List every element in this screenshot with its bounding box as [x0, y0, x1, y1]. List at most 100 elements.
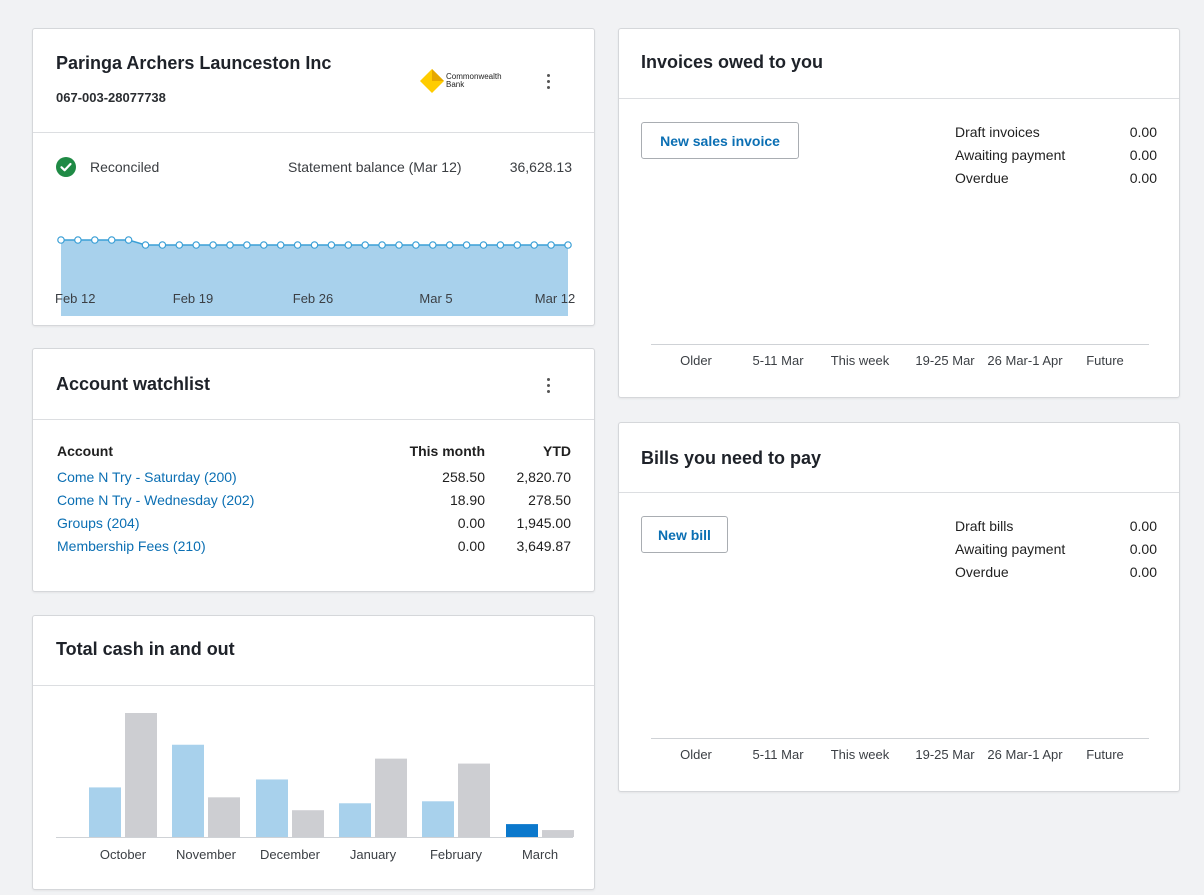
balance-point [243, 241, 251, 249]
cash-month-label: January [349, 847, 397, 862]
account-watchlist-card: Account watchlist Account This month YTD… [32, 348, 595, 592]
summary-label: Awaiting payment [955, 147, 1066, 163]
cash-out-bar [458, 763, 490, 837]
balance-point [462, 241, 471, 249]
balance-point [226, 241, 234, 249]
balance-point [260, 241, 268, 249]
balance-point [428, 241, 437, 249]
balance-point [344, 241, 353, 249]
balance-point [530, 241, 539, 249]
bank-logo-line2: Bank [446, 80, 465, 89]
watchlist-account-link[interactable]: Come N Try - Saturday (200) [57, 469, 237, 485]
watchlist-header: Account watchlist [33, 349, 594, 420]
summary-label: Awaiting payment [955, 541, 1066, 557]
balance-point [192, 241, 201, 249]
summary-value: 0.00 [1129, 541, 1157, 557]
cash-x-axis: October November December January February Ma… [33, 847, 596, 865]
cash-month-label: February [429, 847, 483, 862]
org-name[interactable]: Paringa Archers Launceston Inc [56, 53, 331, 74]
col-account-header: Account [57, 443, 113, 459]
bank-logo-diamond-icon [420, 69, 444, 93]
summary-row[interactable]: Overdue 0.00 [955, 564, 1157, 580]
cash-title: Total cash in and out [56, 639, 235, 659]
watchlist-header-row: Account This month YTD [57, 443, 571, 464]
watchlist-account-link[interactable]: Groups (204) [57, 515, 139, 531]
watchlist-title: Account watchlist [56, 374, 211, 394]
balance-point [445, 241, 454, 249]
balance-point [107, 236, 116, 244]
summary-row[interactable]: Overdue 0.00 [955, 170, 1157, 186]
cash-out-bar [208, 797, 240, 837]
balance-x-label: Feb 19 [172, 291, 214, 306]
cash-month-label: December [260, 847, 320, 862]
balance-point [276, 241, 285, 249]
summary-value: 0.00 [1129, 518, 1157, 534]
balance-point [74, 236, 82, 244]
due-period-label: This week [830, 353, 890, 368]
new-sales-invoice-button[interactable]: New sales invoice [641, 122, 799, 159]
bills-title: Bills you need to pay [641, 448, 822, 468]
invoices-card: Invoices owed to you New sales invoice D… [618, 28, 1180, 398]
cash-out-bar [292, 810, 324, 837]
due-period-label: 26 Mar-1 Apr [987, 747, 1063, 762]
summary-value: 0.00 [1129, 564, 1157, 580]
summary-row[interactable]: Awaiting payment 0.00 [955, 541, 1157, 557]
watchlist-row: Come N Try - Saturday (200) 258.50 2,820.7… [57, 469, 571, 492]
balance-point [141, 241, 150, 249]
balance-point [209, 241, 217, 249]
watchlist-rows: Come N Try - Saturday (200) 258.50 2,820.7… [57, 469, 571, 561]
invoices-header: Invoices owed to you [619, 29, 1179, 99]
cash-in-bar [506, 824, 538, 837]
watchlist-month-value: 18.90 [449, 492, 485, 508]
due-period-label: 19-25 Mar [915, 747, 975, 762]
watchlist-more-icon[interactable] [538, 373, 558, 397]
bills-axis-line [651, 738, 1149, 739]
summary-value: 0.00 [1129, 170, 1157, 186]
new-bill-button[interactable]: New bill [641, 516, 728, 553]
due-period-label: Future [1086, 747, 1124, 762]
watchlist-ytd-value: 278.50 [528, 492, 571, 508]
cash-out-bar [542, 830, 574, 837]
summary-row[interactable]: Awaiting payment 0.00 [955, 147, 1157, 163]
watchlist-ytd-value: 2,820.70 [516, 469, 572, 485]
cash-bar-chart [56, 713, 574, 838]
bank-card-header: Paringa Archers Launceston Inc 067-003-2… [33, 29, 594, 133]
balance-x-label: Feb 26 [292, 291, 334, 306]
balance-point [378, 241, 386, 249]
bank-card-more-icon[interactable] [538, 69, 558, 93]
summary-value: 0.00 [1129, 147, 1157, 163]
balance-point [293, 241, 302, 249]
due-period-label: Older [680, 353, 712, 368]
watchlist-month-value: 258.50 [442, 469, 485, 485]
balance-point [547, 241, 555, 249]
summary-label: Draft bills [955, 518, 1014, 534]
watchlist-month-value: 0.00 [457, 538, 485, 554]
due-period-label: 26 Mar-1 Apr [987, 353, 1063, 368]
balance-point [158, 241, 167, 249]
watchlist-month-value: 0.00 [457, 515, 485, 531]
cash-in-bar [339, 803, 371, 837]
reconciled-label[interactable]: Reconciled [90, 159, 159, 175]
balance-point [310, 241, 319, 249]
watchlist-account-link[interactable]: Come N Try - Wednesday (202) [57, 492, 254, 508]
cash-in-bar [422, 801, 454, 837]
cash-in-bar [89, 787, 121, 837]
bills-card: Bills you need to pay New bill Draft bil… [618, 422, 1180, 792]
cash-out-bar [375, 758, 407, 837]
balance-point [412, 241, 420, 249]
watchlist-ytd-value: 3,649.87 [516, 538, 572, 554]
balance-point [479, 241, 488, 249]
cash-month-label: October [99, 847, 147, 862]
balance-point [513, 241, 522, 249]
balance-point [361, 241, 370, 249]
balance-x-label: Feb 12 [55, 291, 96, 306]
cash-header: Total cash in and out [33, 616, 594, 686]
summary-row[interactable]: Draft bills 0.00 [955, 518, 1157, 534]
watchlist-account-link[interactable]: Membership Fees (210) [57, 538, 206, 554]
summary-label: Draft invoices [955, 124, 1040, 140]
watchlist-row: Groups (204) 0.00 1,945.00 [57, 515, 571, 538]
due-period-label: 5-11 Mar [752, 353, 804, 368]
summary-row[interactable]: Draft invoices 0.00 [955, 124, 1157, 140]
due-period-label: Future [1086, 353, 1124, 368]
summary-value: 0.00 [1129, 124, 1157, 140]
